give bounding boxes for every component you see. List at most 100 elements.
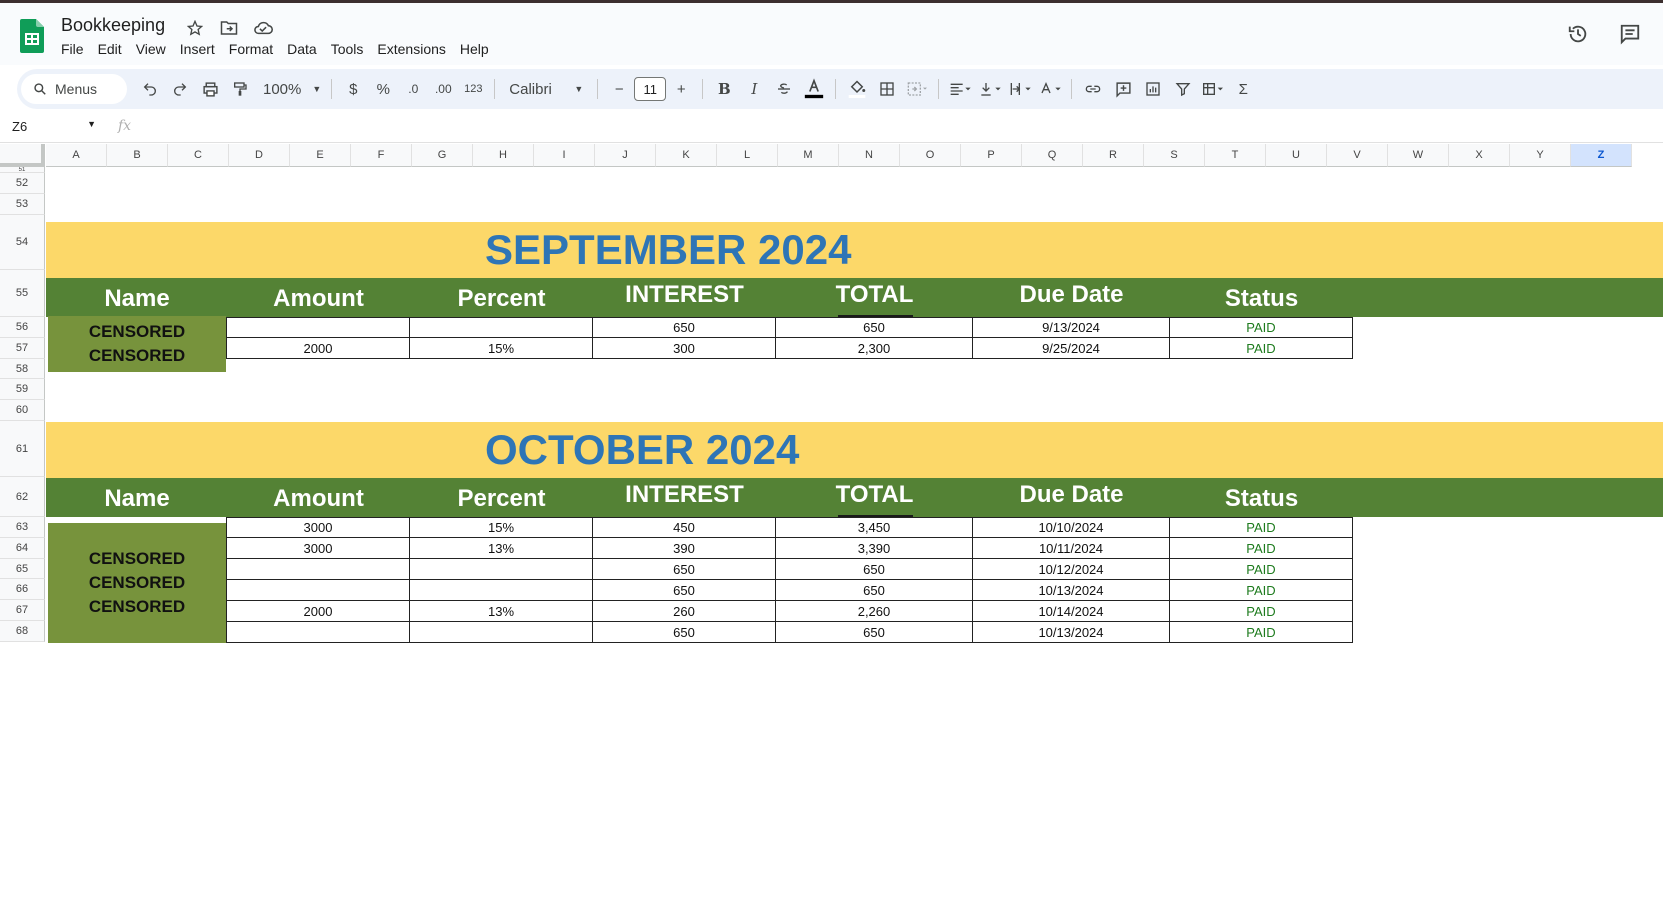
row-header-67[interactable]: 67 <box>0 600 45 621</box>
star-icon[interactable] <box>184 17 206 39</box>
september-cell-status[interactable]: PAID <box>1170 338 1353 359</box>
sheets-logo-icon[interactable] <box>20 19 44 53</box>
currency-format-button[interactable]: $ <box>338 75 368 103</box>
column-header-j[interactable]: J <box>595 144 656 167</box>
october-cell-amount[interactable] <box>227 580 410 601</box>
column-header-h[interactable]: H <box>473 144 534 167</box>
october-cell-percent[interactable]: 13% <box>410 538 593 559</box>
text-rotation-icon[interactable] <box>1035 75 1065 103</box>
row-header-55[interactable]: 55 <box>0 270 45 317</box>
column-header-n[interactable]: N <box>839 144 900 167</box>
september-cell-total[interactable]: 2,300 <box>776 338 973 359</box>
version-history-icon[interactable] <box>1565 21 1591 47</box>
comments-icon[interactable] <box>1617 21 1643 47</box>
functions-button[interactable]: Σ <box>1228 75 1258 103</box>
october-cell-percent[interactable] <box>410 580 593 601</box>
fill-color-icon[interactable] <box>842 75 872 103</box>
october-cell-interest[interactable]: 390 <box>593 538 776 559</box>
column-header-q[interactable]: Q <box>1022 144 1083 167</box>
column-header-u[interactable]: U <box>1266 144 1327 167</box>
october-cell-total[interactable]: 3,390 <box>776 538 973 559</box>
column-header-e[interactable]: E <box>290 144 351 167</box>
september-cell-due[interactable]: 9/25/2024 <box>973 338 1170 359</box>
column-header-r[interactable]: R <box>1083 144 1144 167</box>
row-header-59[interactable]: 59 <box>0 379 45 400</box>
october-banner[interactable] <box>46 422 1663 478</box>
october-cell-due[interactable]: 10/11/2024 <box>973 538 1170 559</box>
column-header-g[interactable]: G <box>412 144 473 167</box>
print-icon[interactable] <box>195 75 225 103</box>
insert-comment-icon[interactable] <box>1108 75 1138 103</box>
menu-tools[interactable]: Tools <box>324 41 371 57</box>
october-names-block[interactable]: CENSORED CENSORED CENSORED <box>48 523 226 643</box>
october-cell-interest[interactable]: 650 <box>593 622 776 643</box>
menu-view[interactable]: View <box>129 41 173 57</box>
october-cell-status[interactable]: PAID <box>1170 517 1353 538</box>
column-header-s[interactable]: S <box>1144 144 1205 167</box>
october-cell-interest[interactable]: 450 <box>593 517 776 538</box>
menus-search[interactable]: Menus <box>21 74 127 104</box>
october-cell-total[interactable]: 650 <box>776 622 973 643</box>
october-cell-interest[interactable]: 650 <box>593 580 776 601</box>
september-cell-percent[interactable] <box>410 317 593 338</box>
vertical-align-icon[interactable] <box>975 75 1005 103</box>
redo-icon[interactable] <box>165 75 195 103</box>
october-cell-amount[interactable]: 3000 <box>227 517 410 538</box>
october-cell-amount[interactable]: 2000 <box>227 601 410 622</box>
row-header-56[interactable]: 56 <box>0 317 45 338</box>
undo-icon[interactable] <box>135 75 165 103</box>
paint-format-icon[interactable] <box>225 75 255 103</box>
october-cell-percent[interactable]: 13% <box>410 601 593 622</box>
row-header-65[interactable]: 65 <box>0 559 45 579</box>
row-header-57[interactable]: 57 <box>0 338 45 359</box>
row-header-52[interactable]: 52 <box>0 173 45 194</box>
decrease-font-size-button[interactable]: − <box>604 75 634 103</box>
october-cell-due[interactable]: 10/12/2024 <box>973 559 1170 580</box>
october-cell-percent[interactable]: 15% <box>410 517 593 538</box>
october-cell-status[interactable]: PAID <box>1170 622 1353 643</box>
row-header-60[interactable]: 60 <box>0 400 45 421</box>
october-cell-percent[interactable] <box>410 559 593 580</box>
move-folder-icon[interactable] <box>218 17 240 39</box>
october-cell-total[interactable]: 2,260 <box>776 601 973 622</box>
insert-link-icon[interactable] <box>1078 75 1108 103</box>
row-header-66[interactable]: 66 <box>0 579 45 600</box>
document-title[interactable]: Bookkeeping <box>61 15 165 36</box>
filter-views-icon[interactable] <box>1198 75 1228 103</box>
september-banner[interactable] <box>46 222 1663 278</box>
september-cell-percent[interactable]: 15% <box>410 338 593 359</box>
zoom-select[interactable]: 100% ▼ <box>255 75 325 103</box>
merge-cells-icon[interactable] <box>902 75 932 103</box>
menu-edit[interactable]: Edit <box>91 41 129 57</box>
column-header-f[interactable]: F <box>351 144 412 167</box>
october-cell-status[interactable]: PAID <box>1170 538 1353 559</box>
column-header-v[interactable]: V <box>1327 144 1388 167</box>
column-header-i[interactable]: I <box>534 144 595 167</box>
row-header-58[interactable]: 58 <box>0 359 45 379</box>
column-header-a[interactable]: A <box>46 144 107 167</box>
font-size-input[interactable]: 11 <box>634 77 667 101</box>
october-cell-amount[interactable] <box>227 622 410 643</box>
october-cell-percent[interactable] <box>410 622 593 643</box>
row-header-54[interactable]: 54 <box>0 215 45 270</box>
insert-chart-icon[interactable] <box>1138 75 1168 103</box>
menu-format[interactable]: Format <box>222 41 280 57</box>
column-header-x[interactable]: X <box>1449 144 1510 167</box>
cloud-saved-icon[interactable] <box>252 17 274 39</box>
september-cell-interest[interactable]: 650 <box>593 317 776 338</box>
september-cell-status[interactable]: PAID <box>1170 317 1353 338</box>
september-cell-amount[interactable] <box>227 317 410 338</box>
row-header-63[interactable]: 63 <box>0 517 45 538</box>
october-cell-due[interactable]: 10/14/2024 <box>973 601 1170 622</box>
percent-format-button[interactable]: % <box>368 75 398 103</box>
increase-font-size-button[interactable]: + <box>666 75 696 103</box>
october-cell-total[interactable]: 650 <box>776 559 973 580</box>
october-cell-interest[interactable]: 260 <box>593 601 776 622</box>
october-cell-due[interactable]: 10/10/2024 <box>973 517 1170 538</box>
column-header-c[interactable]: C <box>168 144 229 167</box>
october-cell-status[interactable]: PAID <box>1170 559 1353 580</box>
menu-data[interactable]: Data <box>280 41 324 57</box>
font-select[interactable]: Calibri ▼ <box>501 75 591 103</box>
october-cell-amount[interactable] <box>227 559 410 580</box>
september-cell-amount[interactable]: 2000 <box>227 338 410 359</box>
